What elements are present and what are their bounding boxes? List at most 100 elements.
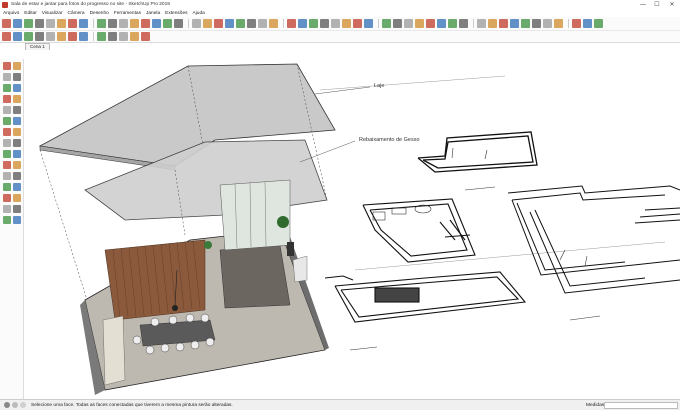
zoom-window-icon[interactable]: [13, 172, 21, 180]
protractor-icon[interactable]: [214, 19, 223, 28]
wireframe-icon[interactable]: [97, 32, 106, 41]
select-icon[interactable]: [3, 62, 11, 70]
xray-icon[interactable]: [68, 32, 77, 41]
smoove-icon[interactable]: [459, 19, 468, 28]
model-viewport[interactable]: Laje Rebaixamento de Gesso: [25, 50, 680, 399]
minimize-button[interactable]: —: [636, 0, 650, 9]
move-icon[interactable]: [3, 117, 11, 125]
axes-icon[interactable]: [13, 150, 21, 158]
paint-icon[interactable]: [258, 19, 267, 28]
shaded-icon[interactable]: [119, 32, 128, 41]
menu-ajuda[interactable]: Ajuda: [193, 11, 205, 16]
top-icon[interactable]: [13, 32, 22, 41]
line-icon[interactable]: [24, 19, 33, 28]
section-icon[interactable]: [364, 19, 373, 28]
follow-me-icon[interactable]: [13, 128, 21, 136]
paint-bucket-icon[interactable]: [13, 62, 21, 70]
dimension-icon[interactable]: [203, 19, 212, 28]
warehouse-icon[interactable]: [320, 19, 329, 28]
scale-icon[interactable]: [174, 19, 183, 28]
tab-cena-1[interactable]: Cena 1: [25, 43, 50, 50]
walk-icon[interactable]: [3, 183, 11, 191]
text-icon[interactable]: [225, 19, 234, 28]
add-detail-icon[interactable]: [499, 19, 508, 28]
pan-icon[interactable]: [287, 19, 296, 28]
arc-icon[interactable]: [3, 84, 11, 92]
rectangle-icon[interactable]: [46, 19, 55, 28]
rotated-rectangle-icon[interactable]: [57, 19, 66, 28]
component-icon[interactable]: [13, 216, 21, 224]
measurements-input[interactable]: [604, 402, 678, 409]
axes-icon[interactable]: [236, 19, 245, 28]
tape-icon[interactable]: [192, 19, 201, 28]
protractor-icon[interactable]: [13, 139, 21, 147]
shaded-texture-icon[interactable]: [130, 32, 139, 41]
orbit-icon[interactable]: [269, 19, 278, 28]
dimension-icon[interactable]: [13, 205, 21, 213]
menu-editar[interactable]: Editar: [24, 11, 37, 16]
menu-desenho[interactable]: Desenho: [90, 11, 109, 16]
move-icon[interactable]: [152, 19, 161, 28]
tape-icon[interactable]: [3, 139, 11, 147]
position-camera-icon[interactable]: [583, 19, 592, 28]
style-icon[interactable]: [353, 19, 362, 28]
pan-icon[interactable]: [13, 161, 21, 169]
arc-icon[interactable]: [97, 19, 106, 28]
circle-icon[interactable]: [68, 19, 77, 28]
menu-janela[interactable]: Janela: [146, 11, 160, 16]
menu-camera[interactable]: Câmera: [68, 11, 85, 16]
follow-me-icon[interactable]: [130, 19, 139, 28]
advanced-camera-icon[interactable]: [594, 19, 603, 28]
sandbox-icon[interactable]: [448, 19, 457, 28]
camera-icon[interactable]: [543, 19, 552, 28]
offset-icon[interactable]: [13, 106, 21, 114]
orbit-icon[interactable]: [3, 161, 11, 169]
maximize-button[interactable]: ☐: [650, 0, 664, 9]
look-icon[interactable]: [13, 183, 21, 191]
credits-icon[interactable]: [12, 402, 18, 408]
right-icon[interactable]: [35, 32, 44, 41]
rotate-icon[interactable]: [163, 19, 172, 28]
close-button[interactable]: ✕: [665, 0, 679, 9]
eraser-icon[interactable]: [3, 205, 11, 213]
offset-icon[interactable]: [141, 19, 150, 28]
pointer-icon[interactable]: [2, 19, 11, 28]
rectangle-icon[interactable]: [3, 95, 11, 103]
arc3-icon[interactable]: [13, 84, 21, 92]
zoom-icon[interactable]: [3, 172, 11, 180]
zoom-icon[interactable]: [298, 19, 307, 28]
freehand-icon[interactable]: [13, 73, 21, 81]
subtract-icon[interactable]: [415, 19, 424, 28]
zoom-extents-icon[interactable]: [309, 19, 318, 28]
photo-icon[interactable]: [532, 19, 541, 28]
union-icon[interactable]: [404, 19, 413, 28]
hidden-line-icon[interactable]: [108, 32, 117, 41]
walk-icon[interactable]: [554, 19, 563, 28]
layout-icon[interactable]: [342, 19, 351, 28]
menu-arquivo[interactable]: Arquivo: [3, 11, 19, 16]
menu-extensoes[interactable]: Extensões: [165, 11, 187, 16]
extension-warehouse-icon[interactable]: [331, 19, 340, 28]
3dtext-icon[interactable]: [3, 216, 11, 224]
rotate-icon[interactable]: [13, 117, 21, 125]
section-icon[interactable]: [3, 194, 11, 202]
trim-icon[interactable]: [426, 19, 435, 28]
line-icon[interactable]: [3, 73, 11, 81]
position-icon[interactable]: [13, 194, 21, 202]
model-info-icon[interactable]: [382, 19, 391, 28]
push-pull-icon[interactable]: [119, 19, 128, 28]
monochrome-icon[interactable]: [141, 32, 150, 41]
back-edges-icon[interactable]: [79, 32, 88, 41]
pie-icon[interactable]: [108, 19, 117, 28]
geo-location-icon[interactable]: [4, 402, 10, 408]
menu-visualizar[interactable]: Visualizar: [42, 11, 63, 16]
polygon-icon[interactable]: [79, 19, 88, 28]
drape-icon[interactable]: [488, 19, 497, 28]
user-icon[interactable]: [20, 402, 26, 408]
geo-icon[interactable]: [521, 19, 530, 28]
3d-text-icon[interactable]: [247, 19, 256, 28]
circle-icon[interactable]: [13, 95, 21, 103]
iso-icon[interactable]: [2, 32, 11, 41]
split-icon[interactable]: [437, 19, 446, 28]
push-pull-icon[interactable]: [3, 106, 11, 114]
